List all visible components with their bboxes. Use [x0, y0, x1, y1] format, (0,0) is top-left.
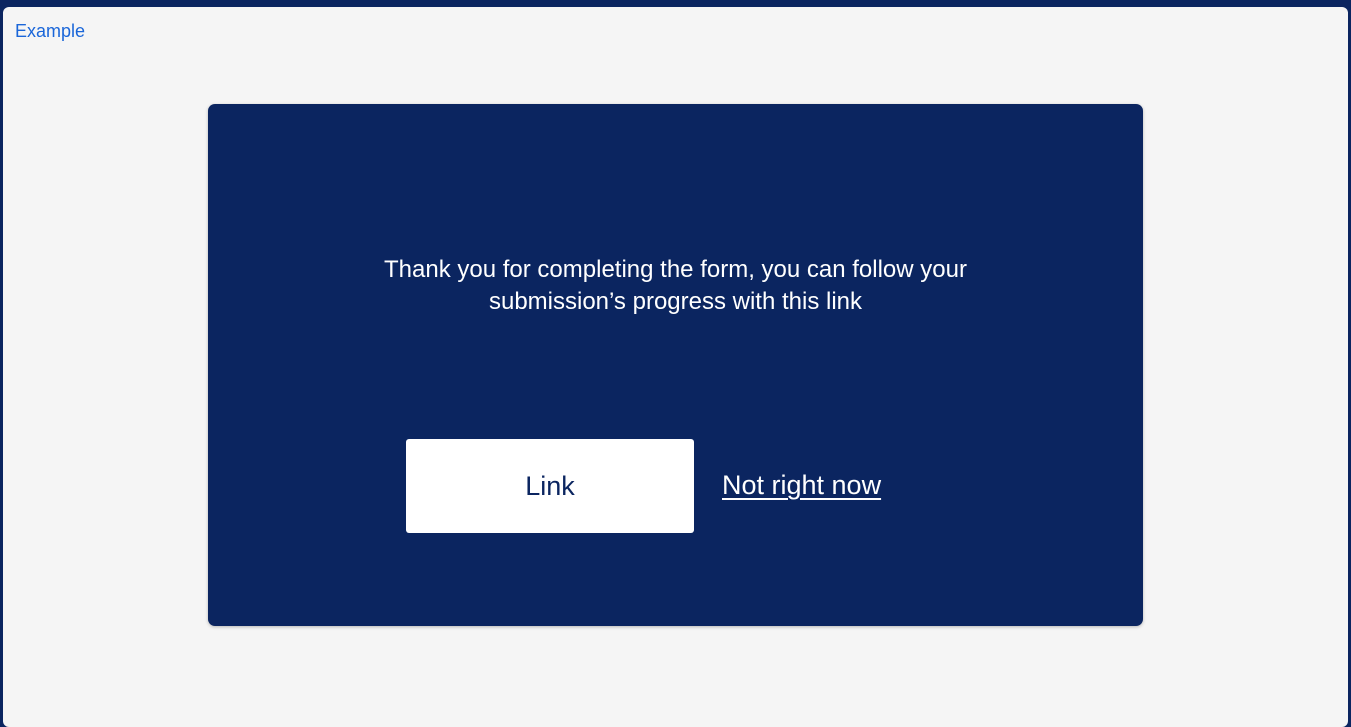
message-line-1: Thank you for completing the form, you c… — [384, 256, 967, 283]
example-label: Example — [15, 21, 86, 41]
confirmation-message: Thank you for completing the form, you c… — [208, 254, 1143, 318]
link-button[interactable]: Link — [406, 439, 694, 533]
not-right-now-link[interactable]: Not right now — [722, 470, 881, 501]
confirmation-panel: Thank you for completing the form, you c… — [208, 104, 1143, 626]
message-line-2: submission’s progress with this link — [488, 288, 863, 315]
example-frame: Example Thank you for completing the for… — [3, 7, 1348, 727]
